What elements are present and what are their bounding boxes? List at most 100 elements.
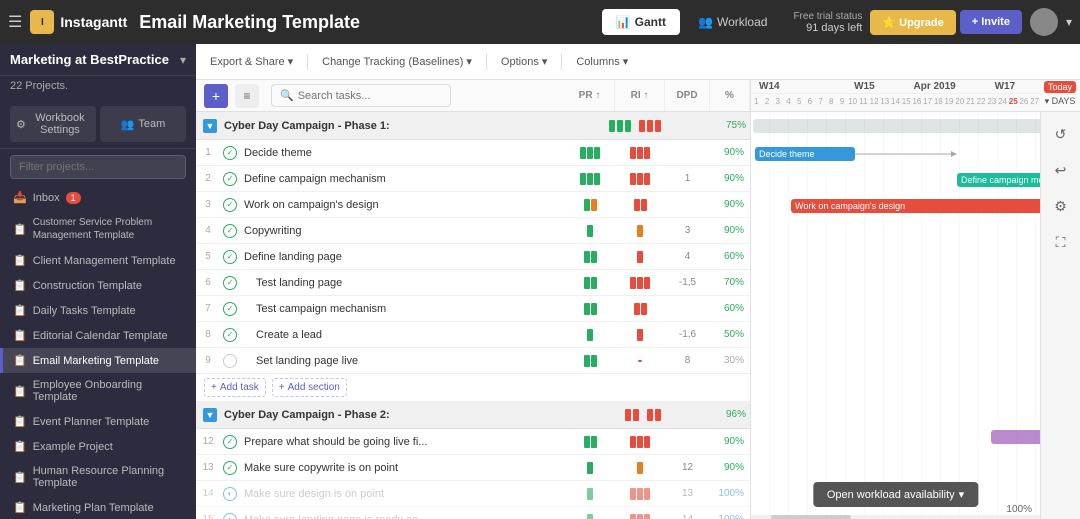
task-pr-4 [565,225,615,237]
phase-2-row[interactable]: ▼ Cyber Day Campaign - Phase 2: 96% [196,401,750,429]
sidebar-item-editorial[interactable]: 📋 Editorial Calendar Template [0,323,196,348]
change-tracking-button[interactable]: Change Tracking (Baselines) ▾ [316,52,478,71]
phase-2-toggle[interactable]: ▼ [196,408,224,422]
sidebar-item-marketing-plan[interactable]: 📋 Marketing Plan Template [0,495,196,519]
today-button[interactable]: Today [1044,81,1076,93]
task-check-13[interactable]: ✓ [220,461,240,475]
trial-label: Free trial status [793,11,862,22]
task-pr-8 [565,329,615,341]
sync-icon[interactable]: ↺ [1047,120,1075,148]
col-header-pr: PR ↑ [565,80,615,111]
avatar[interactable] [1030,8,1058,36]
profile-chevron[interactable]: ▾ [1066,15,1072,29]
columns-button[interactable]: Columns ▾ [570,52,634,71]
sidebar-item-client-management[interactable]: 📋 Client Management Template [0,248,196,273]
task-num-13: 13 [196,462,220,473]
workspace-chevron[interactable]: ▾ [180,53,186,67]
task-check-12[interactable]: ✓ [220,435,240,449]
task-check-2[interactable]: ✓ [220,172,240,186]
task-check-5[interactable]: ✓ [220,250,240,264]
phase-1-row[interactable]: ▼ Cyber Day Campaign - Phase 1: 75% [196,112,750,140]
col-header-pct: % [710,80,750,111]
task-name-13[interactable]: Make sure copywrite is on point [240,462,565,474]
undo-icon[interactable]: ↩ [1047,156,1075,184]
task-name-6[interactable]: Test landing page [240,277,565,289]
team-button[interactable]: 👥 Team [100,106,186,142]
check-icon-1: ✓ [223,146,237,160]
scrollbar-thumb[interactable] [771,515,851,519]
day-6: 6 [805,97,816,106]
task-check-9[interactable] [220,354,240,368]
days-btn-container[interactable]: ▾ DAYS [1040,94,1080,108]
day-9: 9 [837,97,848,106]
options-button[interactable]: Options ▾ [495,52,553,71]
sidebar-item-human-resource[interactable]: 📋 Human Resource Planning Template [0,459,196,495]
task-pct-7: 60% [710,303,750,314]
task-check-14[interactable]: ◐ [220,487,240,501]
task-name-4[interactable]: Copywriting [240,225,565,237]
task-name-9[interactable]: Set landing page live [240,355,565,367]
tab-gantt[interactable]: 📊 Gantt [602,9,680,35]
sidebar-item-event-planner[interactable]: 📋 Event Planner Template [0,409,196,434]
task-pct-9: 30% [710,355,750,366]
team-label: Team [138,118,165,130]
task-check-1[interactable]: ✓ [220,146,240,160]
days-button[interactable]: ▾ DAYS [1045,96,1076,107]
app-container: ☰ I Instagantt Email Marketing Template … [0,0,1080,519]
task-name-2[interactable]: Define campaign mechanism [240,173,565,185]
task-name-8[interactable]: Create a lead [240,329,565,341]
task-check-8[interactable]: ✓ [220,328,240,342]
invite-button[interactable]: + Invite [960,10,1022,34]
list-view-button[interactable]: ≡ [235,84,259,108]
task-num-8: 8 [196,329,220,340]
open-workload-button[interactable]: Open workload availability ▾ [813,482,978,507]
task-name-1[interactable]: Decide theme [240,147,565,159]
task-ri-13 [615,462,665,474]
tab-workload[interactable]: 👥 Workload [684,9,781,35]
expand-icon[interactable]: ⛶ [1047,228,1075,256]
phase-1-toggle[interactable]: ▼ [196,119,224,133]
project-icon-4: 📋 [13,304,27,317]
sidebar-item-daily-tasks[interactable]: 📋 Daily Tasks Template [0,298,196,323]
pbar [633,409,639,421]
add-col-button[interactable]: + [204,84,228,108]
sidebar-item-email-marketing[interactable]: 📋 Email Marketing Template [0,348,196,373]
hamburger-icon[interactable]: ☰ [8,12,22,32]
task-check-4[interactable]: ✓ [220,224,240,238]
upgrade-button[interactable]: ⭐ Upgrade [870,10,955,35]
sidebar-item-employee-onboarding[interactable]: 📋 Employee Onboarding Template [0,373,196,409]
today-btn-container[interactable]: Today [1040,80,1080,94]
task-name-3[interactable]: Work on campaign's design [240,199,565,211]
day-27: 27 [1029,97,1040,106]
settings-panel-icon[interactable]: ⚙ [1047,192,1075,220]
sidebar-item-example-project[interactable]: 📋 Example Project [0,434,196,459]
task-name-12[interactable]: Prepare what should be going live fi... [240,436,565,448]
settings-label: Workbook Settings [30,112,90,136]
scrollbar-track[interactable] [751,515,1040,519]
sidebar-item-construction[interactable]: 📋 Construction Template [0,273,196,298]
trial-days: 91 days left [793,22,862,34]
sidebar-filter[interactable] [0,149,196,185]
add-section-button-1[interactable]: + Add section [272,378,347,397]
workload-chevron: ▾ [959,488,965,501]
task-check-15[interactable]: ◐ [220,513,240,519]
task-pct-8: 50% [710,329,750,340]
task-name-14[interactable]: Make sure design is on point [240,488,565,500]
export-share-button[interactable]: Export & Share ▾ [204,52,299,71]
logo: I Instagantt [30,10,127,34]
search-box[interactable]: 🔍 [271,84,451,107]
task-name-7[interactable]: Test campaign mechanism [240,303,565,315]
sidebar-item-inbox[interactable]: 📥 Inbox 1 [0,185,196,210]
check-icon-2: ✓ [223,172,237,186]
search-input[interactable] [298,90,418,102]
add-task-button-1[interactable]: + Add task [204,378,266,397]
workbook-settings-button[interactable]: ⚙ Workbook Settings [10,106,96,142]
filter-projects-input[interactable] [10,155,186,179]
task-name-15[interactable]: Make sure landing page is ready an... [240,514,565,519]
task-check-6[interactable]: ✓ [220,276,240,290]
sidebar-item-customer-service[interactable]: 📋 Customer Service Problem Management Te… [0,210,196,248]
task-num-9: 9 [196,355,220,366]
task-name-5[interactable]: Define landing page [240,251,565,263]
task-check-7[interactable]: ✓ [220,302,240,316]
task-check-3[interactable]: ✓ [220,198,240,212]
